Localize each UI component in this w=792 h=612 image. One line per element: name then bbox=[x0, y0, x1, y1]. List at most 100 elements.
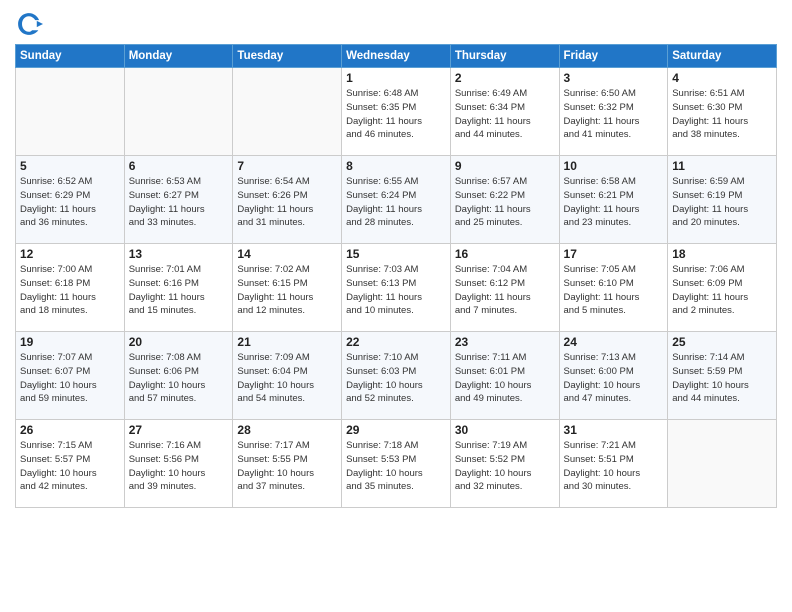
day-info: Sunrise: 7:21 AM Sunset: 5:51 PM Dayligh… bbox=[564, 439, 664, 494]
calendar-cell: 14 Sunrise: 7:02 AM Sunset: 6:15 PM Dayli… bbox=[233, 244, 342, 332]
day-info: Sunrise: 6:57 AM Sunset: 6:22 PM Dayligh… bbox=[455, 175, 555, 230]
calendar-cell: 5 Sunrise: 6:52 AM Sunset: 6:29 PM Daylig… bbox=[16, 156, 125, 244]
day-info: Sunrise: 6:48 AM Sunset: 6:35 PM Dayligh… bbox=[346, 87, 446, 142]
day-info: Sunrise: 7:15 AM Sunset: 5:57 PM Dayligh… bbox=[20, 439, 120, 494]
day-number: 29 bbox=[346, 423, 446, 437]
day-number: 20 bbox=[129, 335, 229, 349]
day-info: Sunrise: 7:08 AM Sunset: 6:06 PM Dayligh… bbox=[129, 351, 229, 406]
day-number: 2 bbox=[455, 71, 555, 85]
day-number: 26 bbox=[20, 423, 120, 437]
calendar-cell: 16 Sunrise: 7:04 AM Sunset: 6:12 PM Dayli… bbox=[450, 244, 559, 332]
calendar-cell: 10Sunrise: 6:58 AM Sunset: 6:21 PM Dayli… bbox=[559, 156, 668, 244]
calendar-cell bbox=[668, 420, 777, 508]
day-info: Sunrise: 7:03 AM Sunset: 6:13 PM Dayligh… bbox=[346, 263, 446, 318]
calendar-header: SundayMondayTuesdayWednesdayThursdayFrid… bbox=[16, 45, 777, 68]
day-number: 21 bbox=[237, 335, 337, 349]
day-info: Sunrise: 7:10 AM Sunset: 6:03 PM Dayligh… bbox=[346, 351, 446, 406]
calendar-cell: 23Sunrise: 7:11 AM Sunset: 6:01 PM Dayli… bbox=[450, 332, 559, 420]
weekday-header: Monday bbox=[124, 45, 233, 68]
day-number: 22 bbox=[346, 335, 446, 349]
day-number: 27 bbox=[129, 423, 229, 437]
day-info: Sunrise: 7:01 AM Sunset: 6:16 PM Dayligh… bbox=[129, 263, 229, 318]
day-info: Sunrise: 6:55 AM Sunset: 6:24 PM Dayligh… bbox=[346, 175, 446, 230]
day-number: 14 bbox=[237, 247, 337, 261]
day-number: 12 bbox=[20, 247, 120, 261]
calendar-cell: 11 Sunrise: 6:59 AM Sunset: 6:19 PM Dayli… bbox=[668, 156, 777, 244]
weekday-header: Wednesday bbox=[342, 45, 451, 68]
calendar-cell: 27Sunrise: 7:16 AM Sunset: 5:56 PM Dayli… bbox=[124, 420, 233, 508]
calendar-cell: 7 Sunrise: 6:54 AM Sunset: 6:26 PM Daylig… bbox=[233, 156, 342, 244]
calendar-cell: 20 Sunrise: 7:08 AM Sunset: 6:06 PM Dayli… bbox=[124, 332, 233, 420]
day-number: 19 bbox=[20, 335, 120, 349]
day-number: 9 bbox=[455, 159, 555, 173]
day-info: Sunrise: 6:52 AM Sunset: 6:29 PM Dayligh… bbox=[20, 175, 120, 230]
day-info: Sunrise: 7:09 AM Sunset: 6:04 PM Dayligh… bbox=[237, 351, 337, 406]
day-info: Sunrise: 7:07 AM Sunset: 6:07 PM Dayligh… bbox=[20, 351, 120, 406]
calendar-cell: 9 Sunrise: 6:57 AM Sunset: 6:22 PM Daylig… bbox=[450, 156, 559, 244]
day-info: Sunrise: 6:49 AM Sunset: 6:34 PM Dayligh… bbox=[455, 87, 555, 142]
day-info: Sunrise: 7:18 AM Sunset: 5:53 PM Dayligh… bbox=[346, 439, 446, 494]
day-info: Sunrise: 7:05 AM Sunset: 6:10 PM Dayligh… bbox=[564, 263, 664, 318]
day-info: Sunrise: 7:06 AM Sunset: 6:09 PM Dayligh… bbox=[672, 263, 772, 318]
day-info: Sunrise: 6:50 AM Sunset: 6:32 PM Dayligh… bbox=[564, 87, 664, 142]
day-number: 11 bbox=[672, 159, 772, 173]
calendar-cell bbox=[233, 68, 342, 156]
day-info: Sunrise: 7:19 AM Sunset: 5:52 PM Dayligh… bbox=[455, 439, 555, 494]
calendar-cell: 28 Sunrise: 7:17 AM Sunset: 5:55 PM Dayli… bbox=[233, 420, 342, 508]
day-number: 1 bbox=[346, 71, 446, 85]
calendar-cell: 25 Sunrise: 7:14 AM Sunset: 5:59 PM Dayli… bbox=[668, 332, 777, 420]
day-number: 28 bbox=[237, 423, 337, 437]
day-number: 13 bbox=[129, 247, 229, 261]
calendar-cell: 15 Sunrise: 7:03 AM Sunset: 6:13 PM Dayli… bbox=[342, 244, 451, 332]
day-number: 7 bbox=[237, 159, 337, 173]
weekday-row: SundayMondayTuesdayWednesdayThursdayFrid… bbox=[16, 45, 777, 68]
day-number: 17 bbox=[564, 247, 664, 261]
day-number: 30 bbox=[455, 423, 555, 437]
calendar-cell: 2 Sunrise: 6:49 AM Sunset: 6:34 PM Daylig… bbox=[450, 68, 559, 156]
day-info: Sunrise: 7:02 AM Sunset: 6:15 PM Dayligh… bbox=[237, 263, 337, 318]
calendar-week-row: 1 Sunrise: 6:48 AM Sunset: 6:35 PM Daylig… bbox=[16, 68, 777, 156]
calendar-cell: 21 Sunrise: 7:09 AM Sunset: 6:04 PM Dayli… bbox=[233, 332, 342, 420]
weekday-header: Saturday bbox=[668, 45, 777, 68]
day-number: 31 bbox=[564, 423, 664, 437]
day-number: 18 bbox=[672, 247, 772, 261]
day-info: Sunrise: 6:59 AM Sunset: 6:19 PM Dayligh… bbox=[672, 175, 772, 230]
calendar-week-row: 12 Sunrise: 7:00 AM Sunset: 6:18 PM Dayli… bbox=[16, 244, 777, 332]
day-info: Sunrise: 7:00 AM Sunset: 6:18 PM Dayligh… bbox=[20, 263, 120, 318]
day-number: 25 bbox=[672, 335, 772, 349]
calendar-cell: 22 Sunrise: 7:10 AM Sunset: 6:03 PM Dayli… bbox=[342, 332, 451, 420]
weekday-header: Thursday bbox=[450, 45, 559, 68]
calendar-cell: 26 Sunrise: 7:15 AM Sunset: 5:57 PM Dayli… bbox=[16, 420, 125, 508]
day-info: Sunrise: 7:17 AM Sunset: 5:55 PM Dayligh… bbox=[237, 439, 337, 494]
day-info: Sunrise: 7:04 AM Sunset: 6:12 PM Dayligh… bbox=[455, 263, 555, 318]
calendar-cell: 4Sunrise: 6:51 AM Sunset: 6:30 PM Daylig… bbox=[668, 68, 777, 156]
day-number: 5 bbox=[20, 159, 120, 173]
calendar-cell bbox=[16, 68, 125, 156]
day-number: 10 bbox=[564, 159, 664, 173]
day-number: 16 bbox=[455, 247, 555, 261]
page: SundayMondayTuesdayWednesdayThursdayFrid… bbox=[0, 0, 792, 612]
weekday-header: Sunday bbox=[16, 45, 125, 68]
weekday-header: Friday bbox=[559, 45, 668, 68]
calendar-cell: 3Sunrise: 6:50 AM Sunset: 6:32 PM Daylig… bbox=[559, 68, 668, 156]
weekday-header: Tuesday bbox=[233, 45, 342, 68]
day-info: Sunrise: 7:11 AM Sunset: 6:01 PM Dayligh… bbox=[455, 351, 555, 406]
calendar-cell: 1 Sunrise: 6:48 AM Sunset: 6:35 PM Daylig… bbox=[342, 68, 451, 156]
day-info: Sunrise: 7:13 AM Sunset: 6:00 PM Dayligh… bbox=[564, 351, 664, 406]
calendar-cell: 29 Sunrise: 7:18 AM Sunset: 5:53 PM Dayli… bbox=[342, 420, 451, 508]
calendar-cell: 19 Sunrise: 7:07 AM Sunset: 6:07 PM Dayli… bbox=[16, 332, 125, 420]
calendar-cell: 18 Sunrise: 7:06 AM Sunset: 6:09 PM Dayli… bbox=[668, 244, 777, 332]
day-info: Sunrise: 6:54 AM Sunset: 6:26 PM Dayligh… bbox=[237, 175, 337, 230]
calendar-week-row: 19 Sunrise: 7:07 AM Sunset: 6:07 PM Dayli… bbox=[16, 332, 777, 420]
logo-icon bbox=[15, 10, 43, 38]
calendar-cell: 17 Sunrise: 7:05 AM Sunset: 6:10 PM Dayli… bbox=[559, 244, 668, 332]
calendar-week-row: 26 Sunrise: 7:15 AM Sunset: 5:57 PM Dayli… bbox=[16, 420, 777, 508]
day-number: 8 bbox=[346, 159, 446, 173]
day-info: Sunrise: 7:14 AM Sunset: 5:59 PM Dayligh… bbox=[672, 351, 772, 406]
calendar-body: 1 Sunrise: 6:48 AM Sunset: 6:35 PM Daylig… bbox=[16, 68, 777, 508]
calendar-cell: 8 Sunrise: 6:55 AM Sunset: 6:24 PM Daylig… bbox=[342, 156, 451, 244]
day-number: 15 bbox=[346, 247, 446, 261]
calendar-cell: 31 Sunrise: 7:21 AM Sunset: 5:51 PM Dayli… bbox=[559, 420, 668, 508]
calendar-table: SundayMondayTuesdayWednesdayThursdayFrid… bbox=[15, 44, 777, 508]
calendar-cell: 12 Sunrise: 7:00 AM Sunset: 6:18 PM Dayli… bbox=[16, 244, 125, 332]
